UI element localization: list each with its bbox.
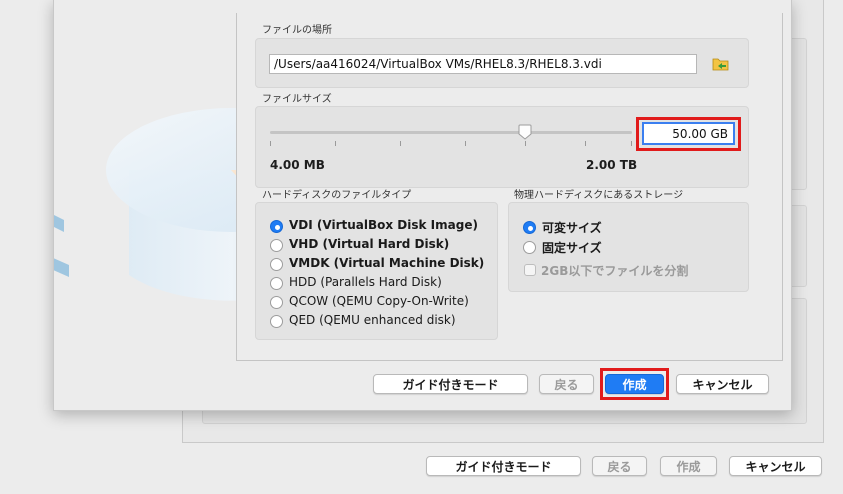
file-type-radio-vmdk[interactable] xyxy=(270,258,283,271)
guided-mode-button[interactable]: ガイド付きモード xyxy=(373,374,528,394)
slider-tick xyxy=(270,141,271,146)
storage-option-label: 可変サイズ xyxy=(542,221,602,235)
background-guided-mode-button[interactable]: ガイド付きモード xyxy=(426,456,581,476)
slider-tick xyxy=(585,141,586,146)
slider-tick xyxy=(631,141,632,146)
file-size-slider-track[interactable] xyxy=(270,131,632,134)
storage-label: 物理ハードディスクにあるストレージ xyxy=(514,190,684,201)
file-type-option-label: HDD (Parallels Hard Disk) xyxy=(289,275,442,289)
file-type-option-label: QCOW (QEMU Copy-On-Write) xyxy=(289,294,469,308)
slider-tick xyxy=(525,141,526,146)
file-type-label: ハードディスクのファイルタイプ xyxy=(262,190,412,201)
slider-tick xyxy=(465,141,466,146)
file-size-input[interactable]: 50.00 GB xyxy=(642,122,735,145)
file-size-slider-knob[interactable] xyxy=(518,124,532,140)
file-type-option-label: VHD (Virtual Hard Disk) xyxy=(289,237,450,251)
storage-radio-fixed[interactable] xyxy=(523,241,536,254)
file-type-radio-qcow[interactable] xyxy=(270,296,283,309)
file-size-label: ファイルサイズ xyxy=(262,94,332,105)
split-files-checkbox xyxy=(524,264,536,276)
background-back-button: 戻る xyxy=(592,456,647,476)
split-files-label: 2GB以下でファイルを分割 xyxy=(541,264,689,278)
file-location-label: ファイルの場所 xyxy=(262,25,332,36)
background-create-button: 作成 xyxy=(660,456,717,476)
file-type-option-label: QED (QEMU enhanced disk) xyxy=(289,313,456,327)
file-size-max-label: 2.00 TB xyxy=(586,158,638,172)
file-type-option-label: VMDK (Virtual Machine Disk) xyxy=(289,256,485,270)
file-type-radio-vdi[interactable] xyxy=(270,220,283,233)
file-type-option-label: VDI (VirtualBox Disk Image) xyxy=(289,218,478,232)
storage-option-label: 固定サイズ xyxy=(542,241,602,255)
create-button[interactable]: 作成 xyxy=(605,374,664,394)
back-button: 戻る xyxy=(539,374,594,394)
slider-tick xyxy=(400,141,401,146)
file-type-radio-vhd[interactable] xyxy=(270,239,283,252)
slider-tick xyxy=(335,141,336,146)
file-type-radio-hdd[interactable] xyxy=(270,277,283,290)
file-size-min-label: 4.00 MB xyxy=(270,158,325,172)
cancel-button[interactable]: キャンセル xyxy=(676,374,769,394)
storage-radio-dynamic[interactable] xyxy=(523,221,536,234)
folder-icon[interactable] xyxy=(712,56,730,72)
file-path-input[interactable]: /Users/aa416024/VirtualBox VMs/RHEL8.3/R… xyxy=(269,54,697,74)
file-type-radio-qed[interactable] xyxy=(270,315,283,328)
background-cancel-button[interactable]: キャンセル xyxy=(729,456,822,476)
